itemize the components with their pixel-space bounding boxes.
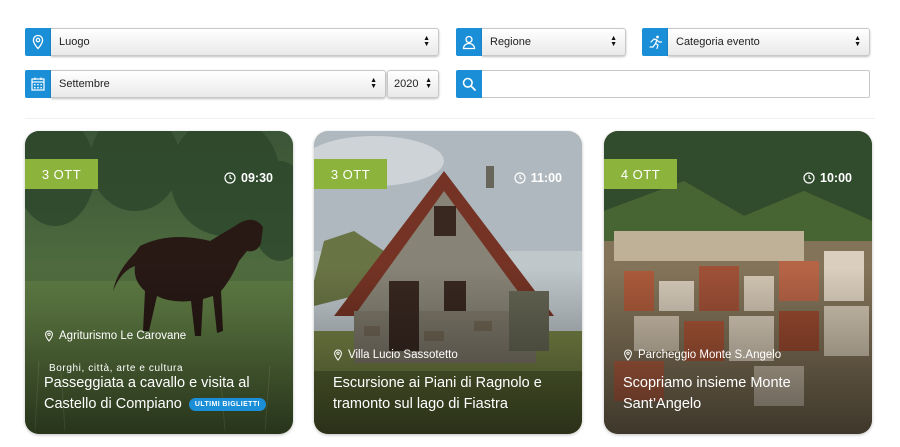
categoria-filter[interactable]: Categoria evento ▲ ▼ bbox=[642, 28, 870, 56]
event-time: 10:00 bbox=[803, 171, 852, 185]
map-pin-icon bbox=[45, 330, 53, 342]
regione-filter[interactable]: Regione ▲ ▼ bbox=[456, 28, 626, 56]
mese-select[interactable]: Settembre ▲ ▼ bbox=[51, 70, 386, 98]
anno-filter[interactable]: 2020 ▲ ▼ bbox=[387, 70, 439, 98]
luogo-select[interactable]: Luogo ▲ ▼ bbox=[51, 28, 439, 56]
clock-icon bbox=[803, 172, 815, 184]
select-arrows-icon: ▲ ▼ bbox=[854, 35, 861, 48]
event-location: Parcheggio Monte S.Angelo bbox=[623, 349, 781, 361]
regione-select[interactable]: Regione ▲ ▼ bbox=[482, 28, 626, 56]
event-location-label: Villa Lucio Sassotetto bbox=[348, 349, 458, 361]
event-title[interactable]: Passeggiata a cavallo e visita al Castel… bbox=[44, 373, 284, 415]
anno-select[interactable]: 2020 ▲ ▼ bbox=[387, 70, 439, 98]
event-time: 09:30 bbox=[224, 171, 273, 185]
categoria-select-value: Categoria evento bbox=[676, 36, 760, 48]
event-card[interactable]: 3 OTT 09:30 Agriturismo Le Carovane Borg… bbox=[25, 131, 293, 434]
event-time-label: 11:00 bbox=[530, 171, 562, 185]
event-time-label: 09:30 bbox=[241, 171, 273, 185]
clock-icon bbox=[514, 172, 526, 184]
event-title-text: Escursione ai Piani di Ragnolo e tramont… bbox=[333, 375, 542, 412]
categoria-select[interactable]: Categoria evento ▲ ▼ bbox=[668, 28, 870, 56]
event-card[interactable]: 4 OTT 10:00 Parcheggio Monte S.Angelo Sc… bbox=[604, 131, 872, 434]
date-badge: 4 OTT bbox=[604, 159, 677, 189]
search-input[interactable] bbox=[482, 70, 870, 98]
select-arrows-icon: ▲ ▼ bbox=[423, 35, 430, 48]
map-pin-icon bbox=[334, 349, 342, 361]
divider bbox=[25, 118, 875, 119]
clock-icon bbox=[224, 172, 236, 184]
map-pin-icon bbox=[624, 349, 632, 361]
event-title[interactable]: Escursione ai Piani di Ragnolo e tramont… bbox=[333, 373, 573, 415]
calendar-icon bbox=[25, 70, 51, 98]
event-title[interactable]: Scopriamo insieme Monte Sant’Angelo bbox=[623, 373, 863, 415]
search-box[interactable] bbox=[456, 70, 870, 98]
event-card[interactable]: 3 OTT 11:00 Villa Lucio Sassotetto Escur… bbox=[314, 131, 582, 434]
search-icon[interactable] bbox=[456, 70, 482, 98]
luogo-filter[interactable]: Luogo ▲ ▼ bbox=[25, 28, 439, 56]
event-location-label: Parcheggio Monte S.Angelo bbox=[638, 349, 782, 361]
select-arrows-icon: ▲ ▼ bbox=[610, 35, 617, 48]
user-icon bbox=[456, 28, 482, 56]
map-pin-icon bbox=[25, 28, 51, 56]
last-tickets-badge: ULTIMI BIGLIETTI bbox=[188, 398, 266, 411]
mese-select-value: Settembre bbox=[59, 78, 110, 90]
date-badge: 3 OTT bbox=[25, 159, 98, 189]
running-person-icon bbox=[642, 28, 668, 56]
regione-select-value: Regione bbox=[490, 36, 531, 48]
luogo-select-value: Luogo bbox=[59, 36, 90, 48]
event-location: Agriturismo Le Carovane bbox=[44, 330, 186, 342]
select-arrows-icon: ▲ ▼ bbox=[370, 77, 377, 90]
date-badge: 3 OTT bbox=[314, 159, 387, 189]
select-arrows-icon: ▲ ▼ bbox=[425, 77, 432, 90]
event-title-text: Scopriamo insieme Monte Sant’Angelo bbox=[623, 375, 791, 412]
event-location: Villa Lucio Sassotetto bbox=[333, 349, 458, 361]
event-time: 11:00 bbox=[514, 171, 562, 185]
mese-filter[interactable]: Settembre ▲ ▼ bbox=[25, 70, 386, 98]
event-time-label: 10:00 bbox=[820, 171, 852, 185]
event-location-label: Agriturismo Le Carovane bbox=[59, 330, 187, 342]
anno-select-value: 2020 bbox=[394, 78, 419, 90]
